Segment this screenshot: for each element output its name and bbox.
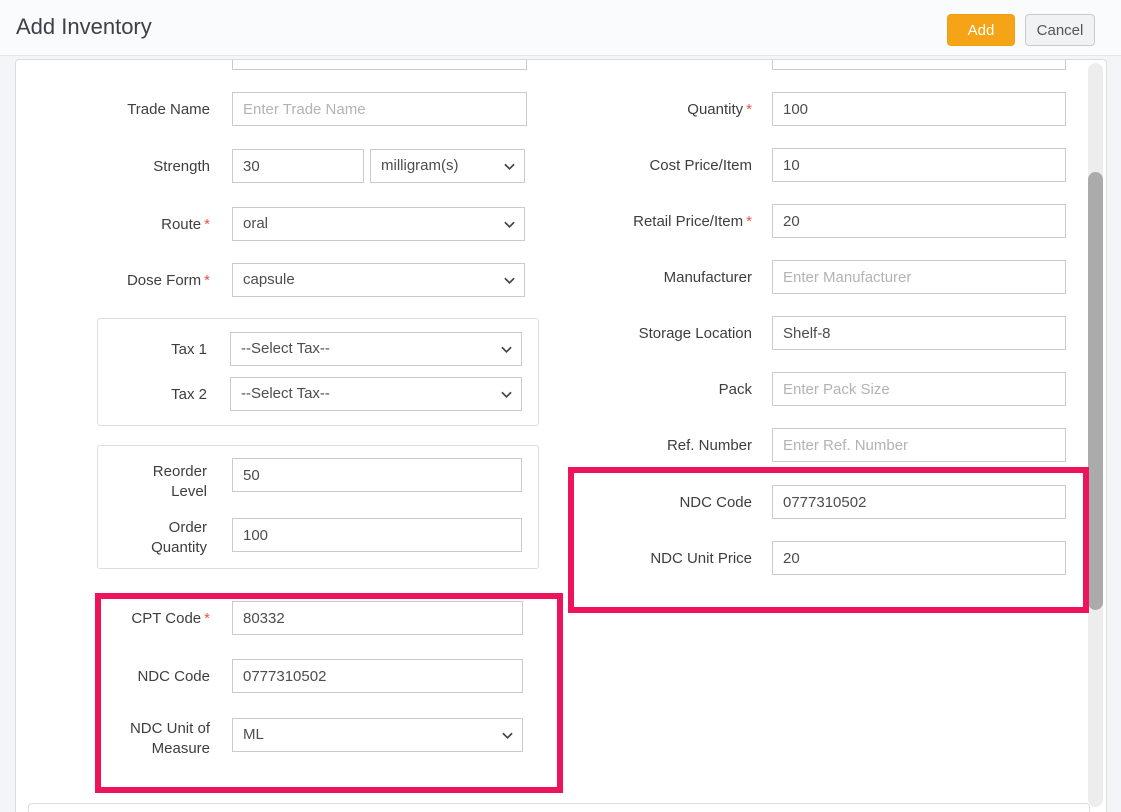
add-button[interactable]: Add xyxy=(947,14,1015,46)
chevron-down-icon xyxy=(501,391,512,399)
tax2-label: Tax 2 xyxy=(129,385,207,405)
ndc-unit-of-measure-select[interactable]: ML xyxy=(232,718,523,752)
chevron-down-icon xyxy=(502,732,513,740)
required-marker: * xyxy=(204,272,210,289)
strength-input[interactable] xyxy=(232,149,364,183)
page-header: Add Inventory Add Cancel xyxy=(0,0,1121,56)
trade-name-label: Trade Name xyxy=(115,100,210,120)
quantity-label: Quantity* xyxy=(576,100,752,120)
cost-price-item-label: Cost Price/Item xyxy=(576,156,752,176)
tax1-select[interactable]: --Select Tax-- xyxy=(230,332,522,366)
pack-input[interactable] xyxy=(772,372,1066,406)
ndc-code-input-right[interactable] xyxy=(772,485,1066,519)
chevron-down-icon xyxy=(504,163,515,171)
scrollbar-thumb[interactable] xyxy=(1088,172,1103,610)
cpt-code-input[interactable] xyxy=(232,601,523,635)
required-marker: * xyxy=(746,213,752,230)
required-marker: * xyxy=(204,216,210,233)
reorder-level-label: Reorder Level xyxy=(129,462,207,502)
chevron-down-icon xyxy=(501,346,512,354)
ndc-unit-price-label: NDC Unit Price xyxy=(576,549,752,569)
page-title: Add Inventory xyxy=(16,14,152,40)
cost-price-item-input[interactable] xyxy=(772,148,1066,182)
strength-label: Strength xyxy=(115,157,210,177)
retail-price-item-input[interactable] xyxy=(772,204,1066,238)
route-select[interactable]: oral xyxy=(232,207,525,241)
trade-name-input[interactable] xyxy=(232,92,527,126)
required-marker: * xyxy=(746,101,752,118)
order-quantity-input[interactable] xyxy=(232,518,522,552)
dose-form-select[interactable]: capsule xyxy=(232,263,525,297)
dose-form-label: Dose Form* xyxy=(115,271,210,291)
ndc-code-label-right: NDC Code xyxy=(576,493,752,513)
product-id-input-clipped[interactable] xyxy=(232,59,527,70)
manufacturer-label: Manufacturer xyxy=(576,268,752,288)
retail-price-item-label: Retail Price/Item* xyxy=(576,212,752,232)
required-marker: * xyxy=(204,610,210,627)
ndc-unit-of-measure-label: NDC Unit of Measure xyxy=(124,719,210,759)
chevron-down-icon xyxy=(504,221,515,229)
route-label: Route* xyxy=(115,215,210,235)
ref-number-input[interactable] xyxy=(772,428,1066,462)
top-right-input-clipped[interactable] xyxy=(772,59,1066,70)
reorder-level-input[interactable] xyxy=(232,458,522,492)
pack-label: Pack xyxy=(576,380,752,400)
chevron-down-icon xyxy=(504,277,515,285)
tax2-select[interactable]: --Select Tax-- xyxy=(230,377,522,411)
storage-location-label: Storage Location xyxy=(576,324,752,344)
next-section-box xyxy=(28,803,1090,812)
tax1-label: Tax 1 xyxy=(129,340,207,360)
ndc-unit-price-input[interactable] xyxy=(772,541,1066,575)
add-inventory-form-panel: Trade Name Strength milligram(s) Route* … xyxy=(15,59,1107,812)
storage-location-input[interactable] xyxy=(772,316,1066,350)
ndc-code-label-left: NDC Code xyxy=(115,667,210,687)
ref-number-label: Ref. Number xyxy=(576,436,752,456)
ndc-code-input-left[interactable] xyxy=(232,659,523,693)
cancel-button[interactable]: Cancel xyxy=(1025,14,1095,46)
manufacturer-input[interactable] xyxy=(772,260,1066,294)
strength-unit-select[interactable]: milligram(s) xyxy=(370,149,525,183)
order-quantity-label: Order Quantity xyxy=(129,518,207,558)
quantity-input[interactable] xyxy=(772,92,1066,126)
cpt-code-label: CPT Code* xyxy=(111,609,210,629)
